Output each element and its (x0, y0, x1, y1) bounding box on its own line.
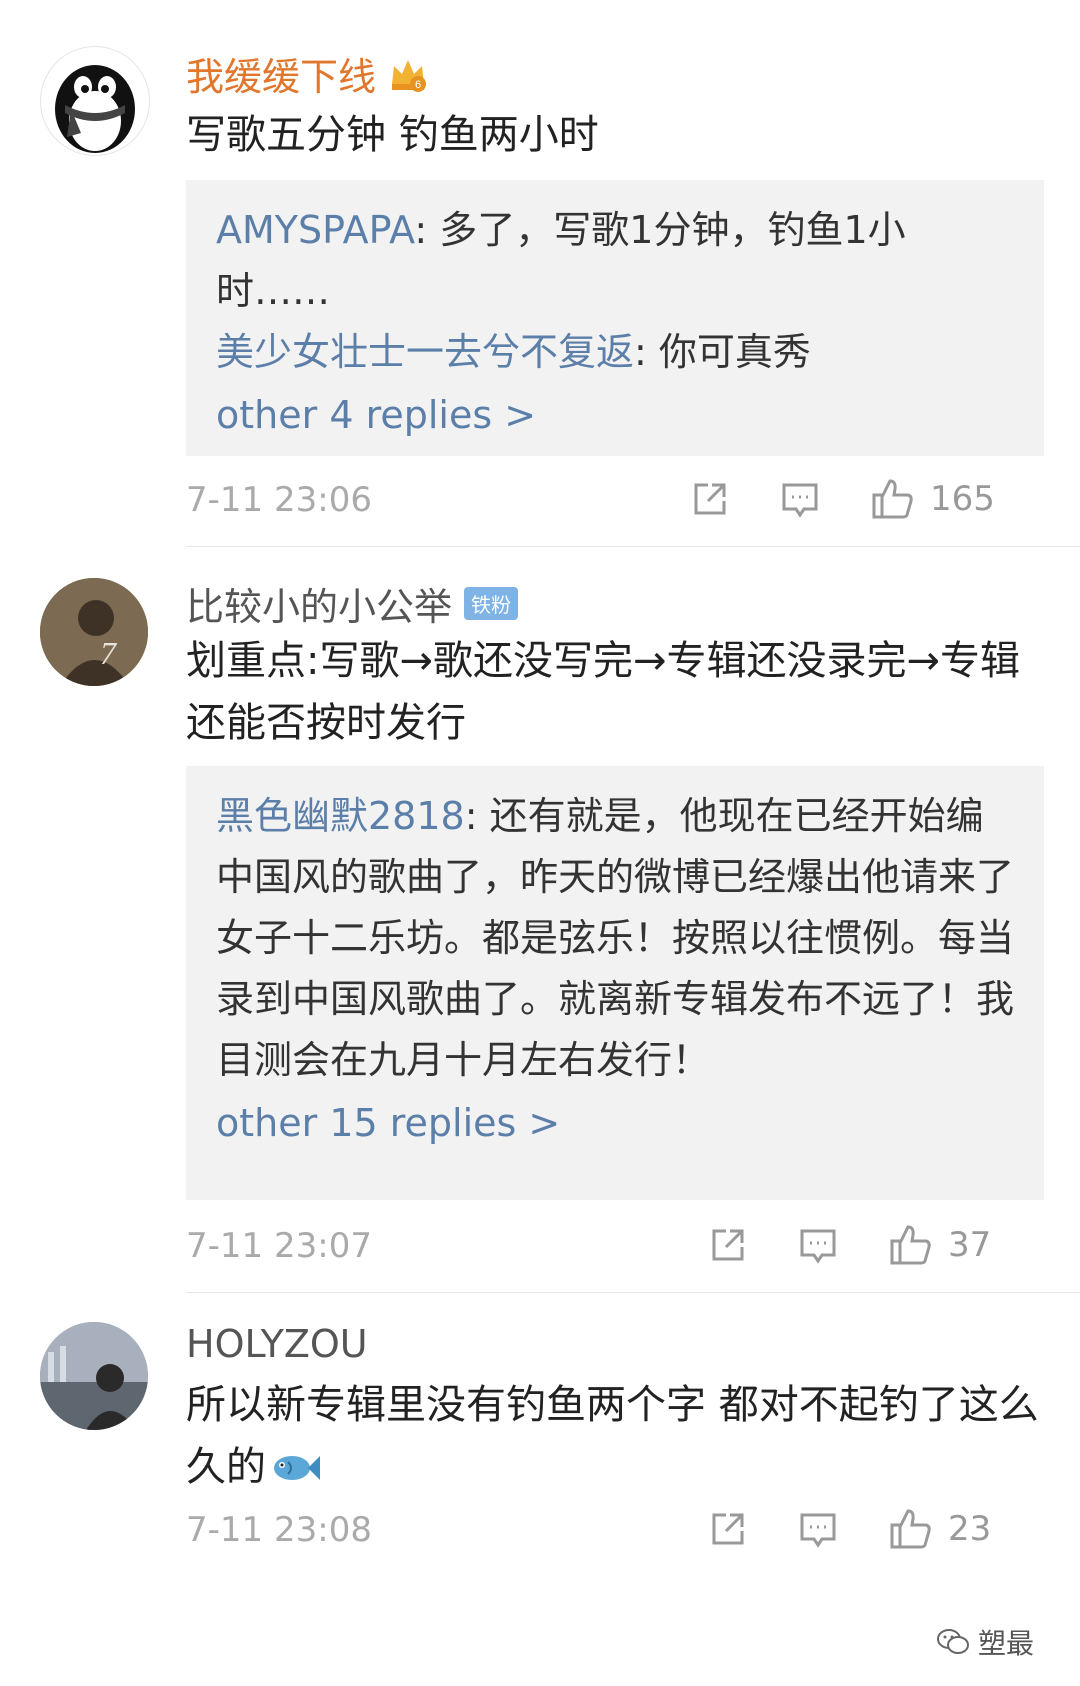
username[interactable]: 比较小的小公举 铁粉 (186, 576, 519, 631)
watermark-text: 塑最 (977, 1627, 1034, 1660)
share-icon (694, 483, 726, 515)
comment-button[interactable] (796, 1220, 840, 1270)
more-replies-link[interactable]: other 15 replies > (216, 1093, 1014, 1154)
comment-button[interactable] (778, 474, 822, 524)
comment-text: 所以新专辑里没有钓鱼两个字 都对不起钓了这么久的 (186, 1374, 1046, 1506)
share-button[interactable] (688, 474, 732, 524)
comment-icon (800, 1513, 836, 1548)
fish-emoji-icon (270, 1444, 320, 1506)
svg-text:6: 6 (415, 79, 421, 91)
more-replies-link[interactable]: other 4 replies > (216, 385, 1014, 446)
like-count: 37 (948, 1225, 992, 1265)
reply-username[interactable]: 黑色幽默2818 (216, 794, 465, 838)
user-photo-avatar-icon (40, 1322, 148, 1430)
wechat-icon (936, 1629, 969, 1654)
thumbs-up-icon (872, 479, 913, 519)
comment-meta: 7-11 23:08 23 (186, 1504, 1044, 1554)
username[interactable]: 我缓缓下线 6 (186, 46, 428, 101)
fan-badge: 铁粉 (464, 587, 519, 620)
comment-meta: 7-11 23:06 165 (186, 474, 1044, 524)
like-count: 23 (948, 1509, 992, 1549)
user-photo-avatar-icon: 7 (40, 578, 148, 686)
comment-icon (800, 1229, 836, 1264)
share-icon (712, 1229, 744, 1261)
avatar[interactable]: 7 (40, 578, 148, 686)
reply-text: : 你可真秀 (634, 330, 811, 374)
reply-item: 美少女壮士一去兮不复返: 你可真秀 (216, 322, 1014, 383)
reply-item: AMYSPAPA: 多了，写歌1分钟，钓鱼1小时…… (216, 200, 1014, 322)
share-button[interactable] (706, 1504, 750, 1554)
username-text[interactable]: 比较小的小公举 (186, 585, 452, 629)
reply-item: 黑色幽默2818: 还有就是，他现在已经开始编中国风的歌曲了，昨天的微博已经爆出… (216, 786, 1014, 1091)
share-icon (712, 1513, 744, 1545)
reply-username[interactable]: AMYSPAPA (216, 208, 414, 252)
username[interactable]: HOLYZOU (186, 1322, 368, 1366)
comment-button[interactable] (796, 1504, 840, 1554)
username-text[interactable]: HOLYZOU (186, 1322, 368, 1366)
username-text[interactable]: 我缓缓下线 (186, 55, 376, 99)
reply-box[interactable]: AMYSPAPA: 多了，写歌1分钟，钓鱼1小时…… 美少女壮士一去兮不复返: … (186, 180, 1044, 456)
divider (186, 546, 1080, 547)
comment-meta: 7-11 23:07 37 (186, 1220, 1044, 1270)
like-button[interactable]: 23 (886, 1504, 991, 1554)
timestamp: 7-11 23:08 (186, 1510, 372, 1550)
share-button[interactable] (706, 1220, 750, 1270)
watermark: 塑最 (929, 1620, 1040, 1664)
reply-box[interactable]: 黑色幽默2818: 还有就是，他现在已经开始编中国风的歌曲了，昨天的微博已经爆出… (186, 766, 1044, 1200)
reply-username[interactable]: 美少女壮士一去兮不复返 (216, 330, 634, 374)
like-button[interactable]: 165 (868, 474, 995, 524)
thumbs-up-icon (890, 1509, 931, 1549)
comment-text: 划重点:写歌→歌还没写完→专辑还没录完→专辑还能否按时发行 (186, 638, 1021, 746)
timestamp: 7-11 23:07 (186, 1226, 372, 1266)
divider (186, 1292, 1080, 1293)
avatar[interactable] (40, 46, 150, 156)
avatar[interactable] (40, 1322, 148, 1430)
comment-text: 写歌五分钟 钓鱼两小时 (186, 112, 599, 158)
thumbs-up-icon (890, 1225, 931, 1265)
like-button[interactable]: 37 (886, 1220, 991, 1270)
like-count: 165 (930, 479, 995, 519)
comment-icon (782, 483, 818, 518)
svg-text:7: 7 (100, 635, 118, 671)
timestamp: 7-11 23:06 (186, 480, 372, 520)
crown-badge-icon: 6 (388, 54, 428, 94)
qq-penguin-avatar-icon (55, 65, 135, 153)
